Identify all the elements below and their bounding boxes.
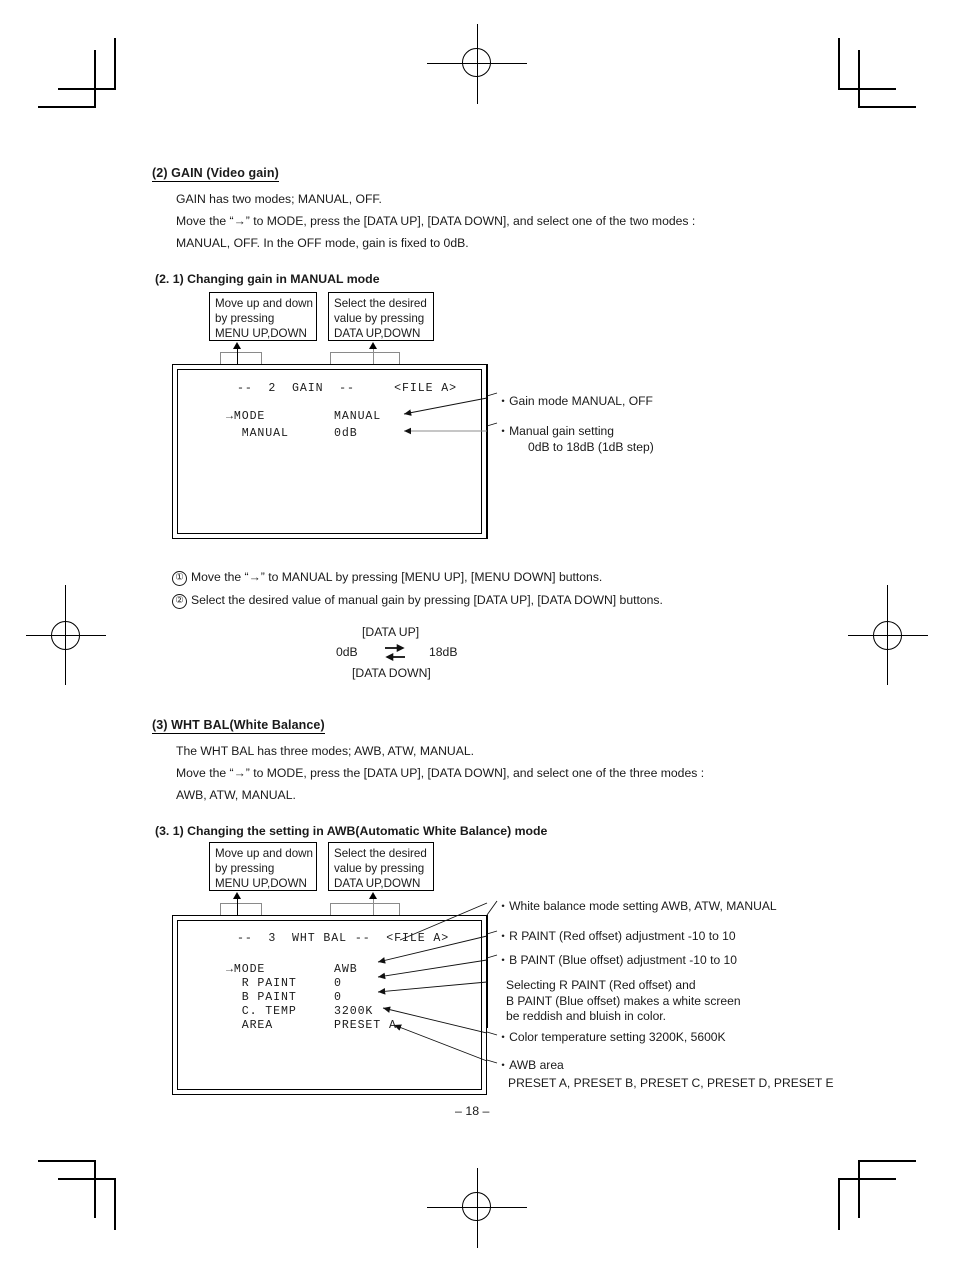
page-number: – 18 – <box>455 1104 490 1118</box>
step-text: Move the “→” to MANUAL by pressing [MENU… <box>191 570 603 584</box>
annotation-r-paint: ・R PAINT (Red offset) adjustment -10 to … <box>497 929 736 945</box>
annotation-note-line: B PAINT (Blue offset) makes a white scre… <box>506 993 741 1008</box>
range-left-label: 0dB <box>336 645 358 659</box>
connector-arrow-right-gain <box>369 342 377 349</box>
callout-line: DATA UP,DOWN <box>334 327 421 341</box>
callout-line: Select the desired <box>334 297 427 310</box>
annotation-text: AWB area <box>509 1058 564 1072</box>
annotation-rule-gain <box>487 364 488 539</box>
callout-data-updown-gain: Select the desired value by pressing DAT… <box>328 292 434 341</box>
callout-line: MENU UP,DOWN <box>215 327 307 341</box>
step-text: Select the desired value of manual gain … <box>191 593 663 607</box>
callout-data-updown-whtbal: Select the desired value by pressing DAT… <box>328 842 434 891</box>
osd-row-label-whtbal-2: B PAINT <box>226 991 297 1004</box>
section-gain-line-3: MANUAL, OFF. In the OFF mode, gain is fi… <box>176 236 469 250</box>
connector-arrow-left-whtbal <box>233 892 241 899</box>
osd-title-gain: -- 2 GAIN -- <FILE A> <box>237 382 458 395</box>
callout-line: MENU UP,DOWN <box>215 877 307 891</box>
osd-row-value-gain-1: 0dB <box>334 427 358 440</box>
section-whtbal-heading: (3) WHT BAL(White Balance) <box>152 718 325 734</box>
connector-arrow-right-whtbal <box>369 892 377 899</box>
range-right-label: 18dB <box>429 645 458 659</box>
document-page: (2) GAIN (Video gain) GAIN has two modes… <box>0 0 954 1269</box>
step-marker: ① <box>172 571 187 586</box>
annotation-wb-mode: ・White balance mode setting AWB, ATW, MA… <box>497 899 777 915</box>
section-whtbal-line-1: The WHT BAL has three modes; AWB, ATW, M… <box>176 744 475 758</box>
osd-row-label-gain-0: →MODE <box>226 410 266 423</box>
section-whtbal-line-2: Move the “→” to MODE, press the [DATA UP… <box>176 766 705 780</box>
osd-row-value-whtbal-2: 0 <box>334 991 342 1004</box>
osd-row-label-whtbal-0: →MODE <box>226 963 266 976</box>
crop-mark-bottom-right <box>838 1158 916 1230</box>
callout-line: by pressing <box>215 312 275 326</box>
annotation-note-line: be reddish and bluish in color. <box>506 1009 667 1023</box>
section-gain-subheading: (2. 1) Changing gain in MANUAL mode <box>155 272 380 286</box>
annotation-text: Color temperature setting 3200K, 5600K <box>509 1030 726 1044</box>
step-1-gain: ① Move the “→” to MANUAL by pressing [MEN… <box>172 570 602 586</box>
annotation-bullet: ・ <box>497 929 510 943</box>
annotation-text: Manual gain setting <box>509 424 614 438</box>
callout-line: by pressing <box>215 862 275 876</box>
section-gain-heading: (2) GAIN (Video gain) <box>152 166 279 182</box>
callout-line: Move up and down <box>215 847 313 860</box>
osd-row-value-whtbal-3: 3200K <box>334 1005 374 1018</box>
osd-row-value-whtbal-4: PRESET A <box>334 1019 397 1032</box>
callout-line: Move up and down <box>215 297 313 310</box>
annotation-text: R PAINT (Red offset) adjustment -10 to 1… <box>509 929 736 943</box>
osd-row-label-gain-1: MANUAL <box>226 427 289 440</box>
section-whtbal-subheading: (3. 1) Changing the setting in AWB(Autom… <box>155 824 548 838</box>
annotation-awb-area-values: PRESET A, PRESET B, PRESET C, PRESET D, … <box>508 1076 834 1090</box>
crop-mark-top-left <box>38 38 116 110</box>
callout-menu-updown-gain: Move up and down by pressing MENU UP,DOW… <box>209 292 317 341</box>
step-marker: ② <box>172 594 187 609</box>
annotation-manual-gain: ・Manual gain setting <box>497 424 614 440</box>
crop-mark-top-right <box>838 38 916 110</box>
annotation-bullet: ・ <box>497 1030 510 1044</box>
annotation-bullet: ・ <box>497 953 510 967</box>
callout-line: DATA UP,DOWN <box>334 877 421 891</box>
annotation-text: Gain mode MANUAL, OFF <box>509 394 653 408</box>
annotation-text: B PAINT (Blue offset) adjustment -10 to … <box>509 953 737 967</box>
osd-row-label-whtbal-3: C. TEMP <box>226 1005 297 1018</box>
registration-mark-left <box>26 585 106 685</box>
registration-mark-top <box>427 24 527 104</box>
range-bottom-label: [DATA DOWN] <box>352 666 431 680</box>
annotation-paint-note: Selecting R PAINT (Red offset) and B PAI… <box>506 978 741 1025</box>
annotation-text: White balance mode setting AWB, ATW, MAN… <box>509 899 777 913</box>
registration-mark-bottom <box>427 1168 527 1248</box>
section-gain-heading-text: (2) GAIN (Video gain) <box>152 166 279 182</box>
annotation-color-temp: ・Color temperature setting 3200K, 5600K <box>497 1030 726 1046</box>
annotation-b-paint: ・B PAINT (Blue offset) adjustment -10 to… <box>497 953 737 969</box>
section-gain-line-1: GAIN has two modes; MANUAL, OFF. <box>176 192 382 206</box>
annotation-bullet: ・ <box>497 1058 510 1072</box>
annotation-awb-area: ・AWB area <box>497 1058 564 1074</box>
osd-row-value-whtbal-1: 0 <box>334 977 342 990</box>
osd-row-value-whtbal-0: AWB <box>334 963 358 976</box>
monitor-inner-frame <box>177 920 482 1090</box>
crop-mark-bottom-left <box>38 1158 116 1230</box>
osd-row-value-gain-0: MANUAL <box>334 410 382 423</box>
osd-title-whtbal: -- 3 WHT BAL -- <FILE A> <box>237 932 450 945</box>
annotation-note-line: Selecting R PAINT (Red offset) and <box>506 978 696 992</box>
section-whtbal-heading-text: (3) WHT BAL(White Balance) <box>152 718 325 734</box>
callout-line: value by pressing <box>334 862 425 876</box>
annotation-bullet: ・ <box>497 424 510 438</box>
range-top-label: [DATA UP] <box>362 625 420 639</box>
annotation-bullet: ・ <box>497 394 510 408</box>
annotation-manual-gain-range: 0dB to 18dB (1dB step) <box>528 440 654 454</box>
callout-menu-updown-whtbal: Move up and down by pressing MENU UP,DOW… <box>209 842 317 891</box>
registration-mark-right <box>848 585 928 685</box>
annotation-rule-whtbal <box>487 915 488 1028</box>
osd-row-label-whtbal-1: R PAINT <box>226 977 297 990</box>
connector-arrow-left-gain <box>233 342 241 349</box>
annotation-bullet: ・ <box>497 899 510 913</box>
bidirectional-arrow-icon <box>384 641 406 665</box>
callout-line: value by pressing <box>334 312 425 326</box>
callout-line: Select the desired <box>334 847 427 860</box>
osd-row-label-whtbal-4: AREA <box>226 1019 274 1032</box>
annotation-gain-mode: ・Gain mode MANUAL, OFF <box>497 394 653 410</box>
section-gain-line-2: Move the “→” to MODE, press the [DATA UP… <box>176 214 696 228</box>
section-whtbal-line-3: AWB, ATW, MANUAL. <box>176 788 296 802</box>
step-2-gain: ② Select the desired value of manual gain… <box>172 593 663 609</box>
